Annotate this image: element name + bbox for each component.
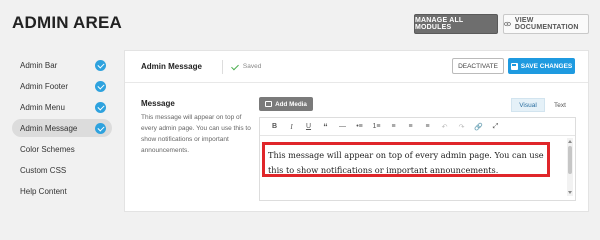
align-right-icon[interactable]: ≡ [419, 120, 436, 134]
media-icon [265, 101, 273, 107]
eye-icon [504, 21, 511, 27]
save-changes-label: SAVE CHANGES [520, 62, 573, 70]
scroll-thumb[interactable] [568, 146, 572, 174]
view-documentation-label: VIEW DOCUMENTATION [514, 17, 579, 31]
tab-text[interactable]: Text [545, 98, 575, 112]
module-sidebar: Admin Bar Admin Footer Admin Menu Admin … [12, 56, 112, 203]
editor-toolbar: B I U “ — •≡ 1≡ ≡ ≡ ≡ ↶ ↷ 🔗 ⤢ [260, 118, 575, 136]
check-icon [95, 101, 106, 113]
editor-content-area[interactable]: This message will appear on top of every… [260, 136, 575, 200]
check-icon [95, 80, 106, 92]
sidebar-item-label: Color Schemes [20, 144, 75, 154]
sidebar-item-label: Help Content [20, 186, 67, 196]
sidebar-item-admin-menu[interactable]: Admin Menu [12, 98, 112, 116]
deactivate-button[interactable]: DEACTIVATE [452, 58, 504, 74]
undo-icon[interactable]: ↶ [436, 120, 453, 134]
horizontal-line-icon[interactable]: — [334, 120, 351, 134]
bullet-list-icon[interactable]: •≡ [351, 120, 368, 134]
sidebar-item-admin-bar[interactable]: Admin Bar [12, 56, 112, 74]
highlight-box [262, 142, 550, 177]
panel-title: Admin Message [141, 62, 202, 71]
scroll-up-icon[interactable] [568, 140, 572, 143]
sidebar-item-label: Admin Menu [20, 102, 65, 112]
fullscreen-icon[interactable]: ⤢ [487, 120, 504, 134]
underline-icon[interactable]: U [300, 120, 317, 134]
bold-icon[interactable]: B [266, 120, 283, 134]
message-field-label: Message [141, 99, 175, 108]
panel-header: Admin Message Saved DEACTIVATE SAVE CHAN… [125, 51, 588, 83]
sidebar-item-admin-footer[interactable]: Admin Footer [12, 77, 112, 95]
check-icon [95, 122, 106, 134]
saved-check-icon [231, 63, 239, 71]
saved-status-label: Saved [242, 63, 262, 70]
tab-visual[interactable]: Visual [511, 98, 545, 112]
sidebar-item-label: Admin Footer [20, 81, 69, 91]
scroll-down-icon[interactable] [568, 191, 572, 194]
check-icon [95, 59, 106, 71]
sidebar-item-admin-message[interactable]: Admin Message [12, 119, 112, 137]
numbered-list-icon[interactable]: 1≡ [368, 120, 385, 134]
align-center-icon[interactable]: ≡ [402, 120, 419, 134]
add-media-button[interactable]: Add Media [259, 97, 313, 111]
sidebar-item-help-content[interactable]: Help Content [12, 182, 112, 200]
sidebar-item-custom-css[interactable]: Custom CSS [12, 161, 112, 179]
save-icon [510, 62, 518, 70]
divider [221, 59, 223, 74]
link-icon[interactable]: 🔗 [470, 120, 487, 134]
view-documentation-button[interactable]: VIEW DOCUMENTATION [503, 14, 589, 34]
editor-scrollbar[interactable] [567, 138, 573, 196]
module-panel: Admin Message Saved DEACTIVATE SAVE CHAN… [124, 50, 589, 212]
align-left-icon[interactable]: ≡ [385, 120, 402, 134]
message-field-description: This message will appear on top of every… [141, 114, 251, 154]
message-editor: B I U “ — •≡ 1≡ ≡ ≡ ≡ ↶ ↷ 🔗 ⤢ This messa… [259, 117, 576, 201]
sidebar-item-label: Admin Bar [20, 60, 58, 70]
saved-status: Saved [231, 63, 261, 71]
add-media-label: Add Media [275, 100, 307, 108]
sidebar-item-label: Custom CSS [20, 165, 67, 175]
blockquote-icon[interactable]: “ [317, 120, 334, 134]
italic-icon[interactable]: I [283, 120, 300, 134]
redo-icon[interactable]: ↷ [453, 120, 470, 134]
manage-all-modules-button[interactable]: MANAGE ALL MODULES [414, 14, 498, 34]
page-title: ADMIN AREA [12, 13, 122, 32]
sidebar-item-label: Admin Message [20, 123, 78, 133]
save-changes-button[interactable]: SAVE CHANGES [508, 58, 575, 74]
sidebar-item-color-schemes[interactable]: Color Schemes [12, 140, 112, 158]
